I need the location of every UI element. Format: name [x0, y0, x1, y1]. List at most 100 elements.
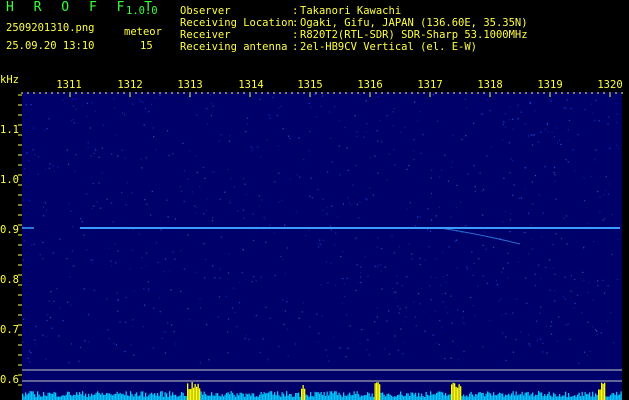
level-bar	[178, 396, 180, 400]
noise-speck	[534, 175, 536, 177]
noise-speck	[454, 240, 456, 242]
noise-speck	[398, 246, 400, 248]
noise-speck	[98, 182, 100, 184]
noise-speck	[402, 353, 404, 355]
noise-speck	[411, 258, 413, 260]
noise-speck	[423, 311, 425, 313]
noise-speck	[53, 170, 55, 172]
level-bar	[383, 394, 385, 400]
noise-speck	[107, 329, 109, 331]
level-bar	[586, 394, 588, 400]
level-bar	[517, 395, 519, 400]
noise-speck	[70, 210, 72, 212]
level-bar	[616, 391, 618, 400]
noise-speck	[445, 281, 447, 283]
level-bar	[349, 392, 351, 400]
level-bar	[547, 394, 549, 400]
noise-speck	[616, 113, 618, 115]
noise-speck	[151, 103, 153, 105]
noise-speck	[554, 300, 556, 302]
noise-speck	[595, 99, 597, 101]
noise-speck	[161, 337, 163, 339]
x-tick-label: 1314	[238, 79, 264, 91]
level-bar	[329, 391, 331, 400]
noise-speck	[329, 137, 332, 139]
noise-speck	[228, 140, 231, 142]
noise-speck	[317, 246, 320, 248]
noise-speck	[132, 319, 134, 321]
noise-speck	[531, 181, 533, 183]
noise-speck	[269, 117, 271, 119]
level-bar	[542, 396, 544, 400]
noise-speck	[482, 275, 484, 277]
level-bar	[200, 391, 202, 400]
noise-speck	[180, 250, 182, 252]
noise-speck	[326, 206, 328, 208]
noise-speck	[264, 218, 266, 220]
noise-speck	[397, 349, 399, 351]
noise-speck	[539, 312, 541, 314]
level-bar	[236, 393, 238, 400]
level-bar	[29, 391, 31, 400]
level-bar	[115, 393, 117, 400]
noise-speck	[154, 97, 156, 99]
level-bar	[209, 395, 211, 400]
noise-speck	[360, 281, 362, 284]
noise-speck	[481, 190, 483, 192]
noise-speck	[96, 201, 98, 203]
level-bar	[460, 386, 462, 400]
noise-speck	[346, 277, 348, 279]
level-bar	[61, 395, 63, 400]
noise-speck	[50, 291, 52, 293]
level-bar	[526, 392, 528, 400]
noise-speck	[538, 194, 540, 196]
noise-speck	[377, 264, 379, 266]
noise-speck	[599, 196, 601, 198]
level-bar	[457, 387, 459, 400]
noise-speck	[335, 284, 337, 286]
level-bar	[238, 395, 240, 400]
noise-speck	[255, 315, 257, 317]
noise-speck	[550, 100, 552, 102]
noise-speck	[212, 105, 214, 107]
noise-speck	[301, 311, 303, 313]
noise-speck	[68, 163, 70, 165]
noise-speck	[442, 276, 444, 278]
level-bar	[307, 395, 309, 400]
level-bar	[85, 393, 87, 400]
noise-speck	[79, 346, 82, 349]
level-bar	[119, 392, 121, 400]
spectrogram	[18, 92, 623, 400]
noise-speck	[483, 231, 486, 233]
level-bar	[473, 396, 475, 400]
noise-speck	[227, 169, 229, 171]
noise-speck	[234, 311, 236, 314]
noise-speck	[502, 221, 504, 223]
level-bar	[74, 394, 76, 400]
level-bar	[436, 393, 438, 400]
level-bar	[64, 395, 66, 400]
noise-speck	[141, 267, 143, 269]
noise-speck	[369, 187, 371, 189]
noise-speck	[360, 266, 362, 268]
level-bar	[295, 393, 297, 400]
level-bar	[484, 396, 486, 400]
noise-speck	[493, 246, 495, 248]
noise-speck	[81, 221, 83, 223]
level-bar	[475, 394, 477, 400]
level-bar	[577, 394, 579, 400]
noise-speck	[560, 238, 563, 240]
noise-speck	[174, 258, 176, 260]
noise-speck	[419, 216, 421, 218]
level-bar	[496, 395, 498, 400]
level-bar	[148, 395, 150, 400]
noise-speck	[482, 346, 484, 348]
noise-speck	[34, 154, 36, 156]
noise-speck	[435, 258, 437, 260]
noise-speck	[508, 142, 510, 144]
noise-speck	[595, 329, 597, 331]
noise-speck	[558, 316, 560, 318]
noise-speck	[436, 342, 438, 344]
noise-speck	[544, 128, 546, 130]
noise-speck	[574, 302, 576, 305]
